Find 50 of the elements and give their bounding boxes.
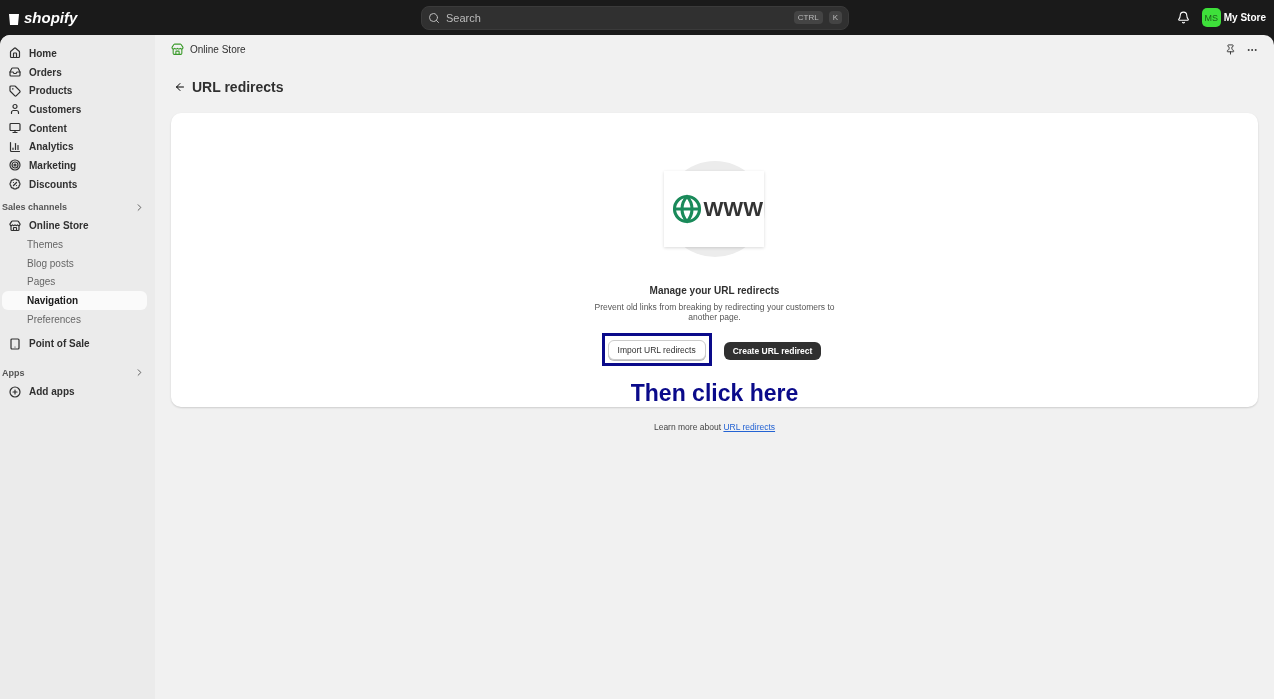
monitor-icon bbox=[9, 122, 21, 135]
sidebar-item[interactable]: Online Store bbox=[2, 216, 147, 236]
inbox-icon bbox=[9, 66, 21, 79]
sidebar-item[interactable]: Content bbox=[2, 118, 147, 138]
sidebar-item[interactable]: Discounts bbox=[2, 174, 147, 194]
footer-link[interactable]: URL redirects bbox=[723, 422, 776, 432]
page-title: URL redirects bbox=[192, 79, 284, 95]
tag-icon bbox=[9, 84, 21, 97]
section-title: Sales channels bbox=[2, 202, 68, 212]
sidebar-item[interactable]: Point of Sale bbox=[2, 334, 147, 354]
section-title: Apps bbox=[2, 367, 25, 378]
shortcut-key: K bbox=[828, 11, 842, 24]
store-name[interactable]: My Store bbox=[1223, 12, 1266, 23]
illustration-drawing: WWW bbox=[664, 161, 765, 257]
sidebar-item[interactable]: Analytics bbox=[2, 137, 147, 157]
percent-badge-icon bbox=[9, 178, 21, 191]
plus-circle-icon bbox=[9, 385, 21, 398]
sidebar-item[interactable]: Preferences bbox=[2, 309, 147, 329]
search-field[interactable]: Search CTRL K bbox=[421, 5, 849, 30]
empty-state-heading: Manage your URL redirects bbox=[649, 284, 780, 296]
tablet-icon bbox=[9, 337, 21, 350]
person-icon bbox=[9, 103, 21, 116]
footer-text: Learn more about URL redirects bbox=[652, 422, 777, 432]
breadcrumb[interactable]: Online Store bbox=[190, 44, 246, 55]
store-avatar[interactable]: MS bbox=[1201, 8, 1221, 27]
back-arrow-icon[interactable] bbox=[174, 81, 186, 93]
shopify-logo[interactable]: shopify bbox=[8, 9, 421, 26]
sidebar-item[interactable]: Home bbox=[2, 44, 147, 63]
sidebar-item[interactable]: Navigation bbox=[2, 291, 147, 310]
bell-icon[interactable] bbox=[1176, 11, 1190, 24]
shortcut-key: CTRL bbox=[793, 11, 823, 24]
bar-chart-icon bbox=[9, 140, 21, 153]
import-button[interactable]: Import URL redirects bbox=[607, 340, 706, 360]
store-icon bbox=[9, 219, 21, 232]
home-icon bbox=[9, 47, 21, 60]
create-button[interactable]: Create URL redirect bbox=[723, 341, 822, 360]
empty-state-description: Prevent old links from breaking by redirecting your customers to another page. bbox=[593, 301, 836, 323]
annotation-text: Then click here bbox=[630, 380, 799, 407]
sidebar-item[interactable]: Themes bbox=[2, 235, 147, 254]
store-icon bbox=[171, 43, 184, 56]
sidebar-item[interactable]: Pages bbox=[2, 272, 147, 292]
sidebar-item[interactable]: Blog posts bbox=[2, 253, 147, 273]
sidebar-item[interactable]: Customers bbox=[2, 100, 147, 119]
sidebar-item[interactable]: Products bbox=[2, 81, 147, 101]
search-icon bbox=[428, 11, 440, 24]
target-icon bbox=[9, 159, 21, 172]
sidebar-item[interactable]: Orders bbox=[2, 62, 147, 82]
pin-icon[interactable] bbox=[1225, 43, 1236, 55]
sidebar-item[interactable]: Marketing bbox=[2, 156, 147, 175]
sidebar-item[interactable]: Add apps bbox=[2, 382, 147, 401]
